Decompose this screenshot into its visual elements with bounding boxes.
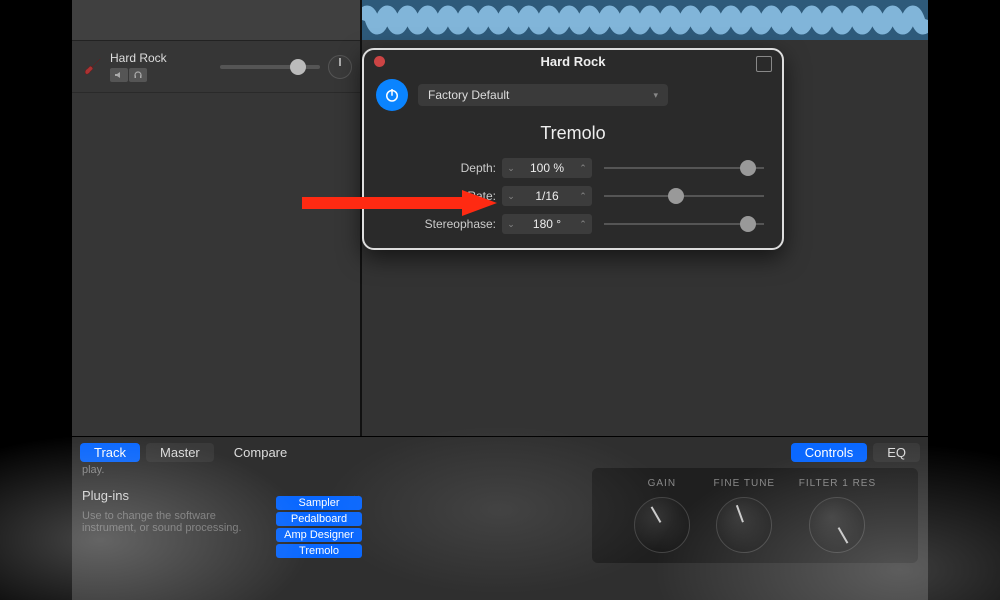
tab-compare[interactable]: Compare	[220, 443, 301, 462]
sc-body: play. Plug-ins ⌄ Use to change the softw…	[72, 468, 928, 563]
knob-label: FINE TUNE	[713, 478, 775, 489]
plugin-chip[interactable]: Tremolo	[276, 544, 362, 558]
knob-filter: FILTER 1 RES	[799, 478, 876, 553]
volume-thumb[interactable]	[290, 59, 306, 75]
knob-gain: GAIN	[634, 478, 690, 553]
timeline[interactable]: Hard Rock Factory Default ▾ Tremolo Dept…	[362, 0, 928, 436]
effect-name: Tremolo	[364, 123, 782, 144]
depth-slider[interactable]	[604, 167, 764, 169]
step-down-icon[interactable]: ⌄	[502, 186, 520, 206]
knob-label: GAIN	[648, 478, 676, 489]
mute-button[interactable]	[110, 68, 128, 82]
tab-track[interactable]: Track	[80, 443, 140, 462]
tab-eq[interactable]: EQ	[873, 443, 920, 462]
tab-master[interactable]: Master	[146, 443, 214, 462]
param-depth: Depth: ⌄ 100 % ⌃	[364, 154, 782, 182]
gain-knob[interactable]	[634, 497, 690, 553]
knob-label: FILTER 1 RES	[799, 478, 876, 489]
slider-thumb[interactable]	[740, 216, 756, 232]
finetune-knob[interactable]	[716, 497, 772, 553]
preset-label: Factory Default	[428, 88, 509, 102]
volume-slider[interactable]	[220, 65, 320, 69]
slider-thumb[interactable]	[668, 188, 684, 204]
audio-region[interactable]	[362, 0, 928, 40]
depth-stepper[interactable]: ⌄ 100 % ⌃	[502, 158, 592, 178]
plugin-chip[interactable]: Pedalboard	[276, 512, 362, 526]
param-label: Rate:	[376, 189, 496, 203]
plugin-chip[interactable]: Amp Designer	[276, 528, 362, 542]
plugin-chip[interactable]: Sampler	[276, 496, 362, 510]
step-up-icon[interactable]: ⌃	[574, 214, 592, 234]
plugin-panel: Hard Rock Factory Default ▾ Tremolo Dept…	[362, 48, 784, 250]
track-name: Hard Rock	[110, 51, 220, 65]
rate-value: 1/16	[520, 189, 574, 203]
tab-controls[interactable]: Controls	[791, 443, 867, 462]
sc-plugins-section: play. Plug-ins ⌄ Use to change the softw…	[82, 468, 362, 563]
stereophase-value: 180 °	[520, 217, 574, 231]
filter-knob[interactable]	[809, 497, 865, 553]
track-strip[interactable]: Hard Rock	[72, 41, 360, 93]
plugins-desc: Use to change the software instrument, o…	[82, 510, 252, 534]
track-info: Hard Rock	[110, 51, 220, 82]
expand-icon[interactable]	[756, 56, 772, 72]
guitar-icon	[80, 55, 104, 79]
main-area: Hard Rock	[72, 0, 928, 436]
plugin-header[interactable]: Hard Rock	[364, 50, 782, 73]
param-label: Stereophase:	[376, 217, 496, 231]
slider-thumb[interactable]	[740, 160, 756, 176]
track-buttons	[110, 68, 220, 82]
plugins-header: Plug-ins	[82, 488, 129, 503]
plugin-title: Hard Rock	[364, 54, 782, 69]
step-up-icon[interactable]: ⌃	[574, 186, 592, 206]
garageband-window: Hard Rock	[72, 0, 928, 600]
knob-finetune: FINE TUNE	[713, 478, 775, 553]
param-stereophase: Stereophase: ⌄ 180 ° ⌃	[364, 210, 782, 238]
stereophase-stepper[interactable]: ⌄ 180 ° ⌃	[502, 214, 592, 234]
track-header-spacer	[72, 0, 360, 41]
chevron-down-icon: ▾	[653, 90, 658, 101]
step-down-icon[interactable]: ⌄	[502, 158, 520, 178]
stereophase-slider[interactable]	[604, 223, 764, 225]
param-label: Depth:	[376, 161, 496, 175]
sc-knob-panel: GAIN FINE TUNE FILTER 1 RES	[592, 468, 918, 563]
headphone-button[interactable]	[129, 68, 147, 82]
param-rate: Rate: ⌄ 1/16 ⌃	[364, 182, 782, 210]
depth-value: 100 %	[520, 161, 574, 175]
step-up-icon[interactable]: ⌃	[574, 158, 592, 178]
rate-slider[interactable]	[604, 195, 764, 197]
track-list: Hard Rock	[72, 0, 362, 436]
rate-stepper[interactable]: ⌄ 1/16 ⌃	[502, 186, 592, 206]
smart-controls: Track Master Compare Controls EQ play. P…	[72, 436, 928, 600]
truncated-text: play.	[82, 464, 362, 484]
power-button[interactable]	[376, 79, 408, 111]
step-down-icon[interactable]: ⌄	[502, 214, 520, 234]
plugin-toolbar: Factory Default ▾	[364, 73, 782, 117]
pan-knob[interactable]	[328, 55, 352, 79]
preset-dropdown[interactable]: Factory Default ▾	[418, 84, 668, 106]
plugin-chip-list: Sampler Pedalboard Amp Designer Tremolo	[276, 496, 362, 558]
